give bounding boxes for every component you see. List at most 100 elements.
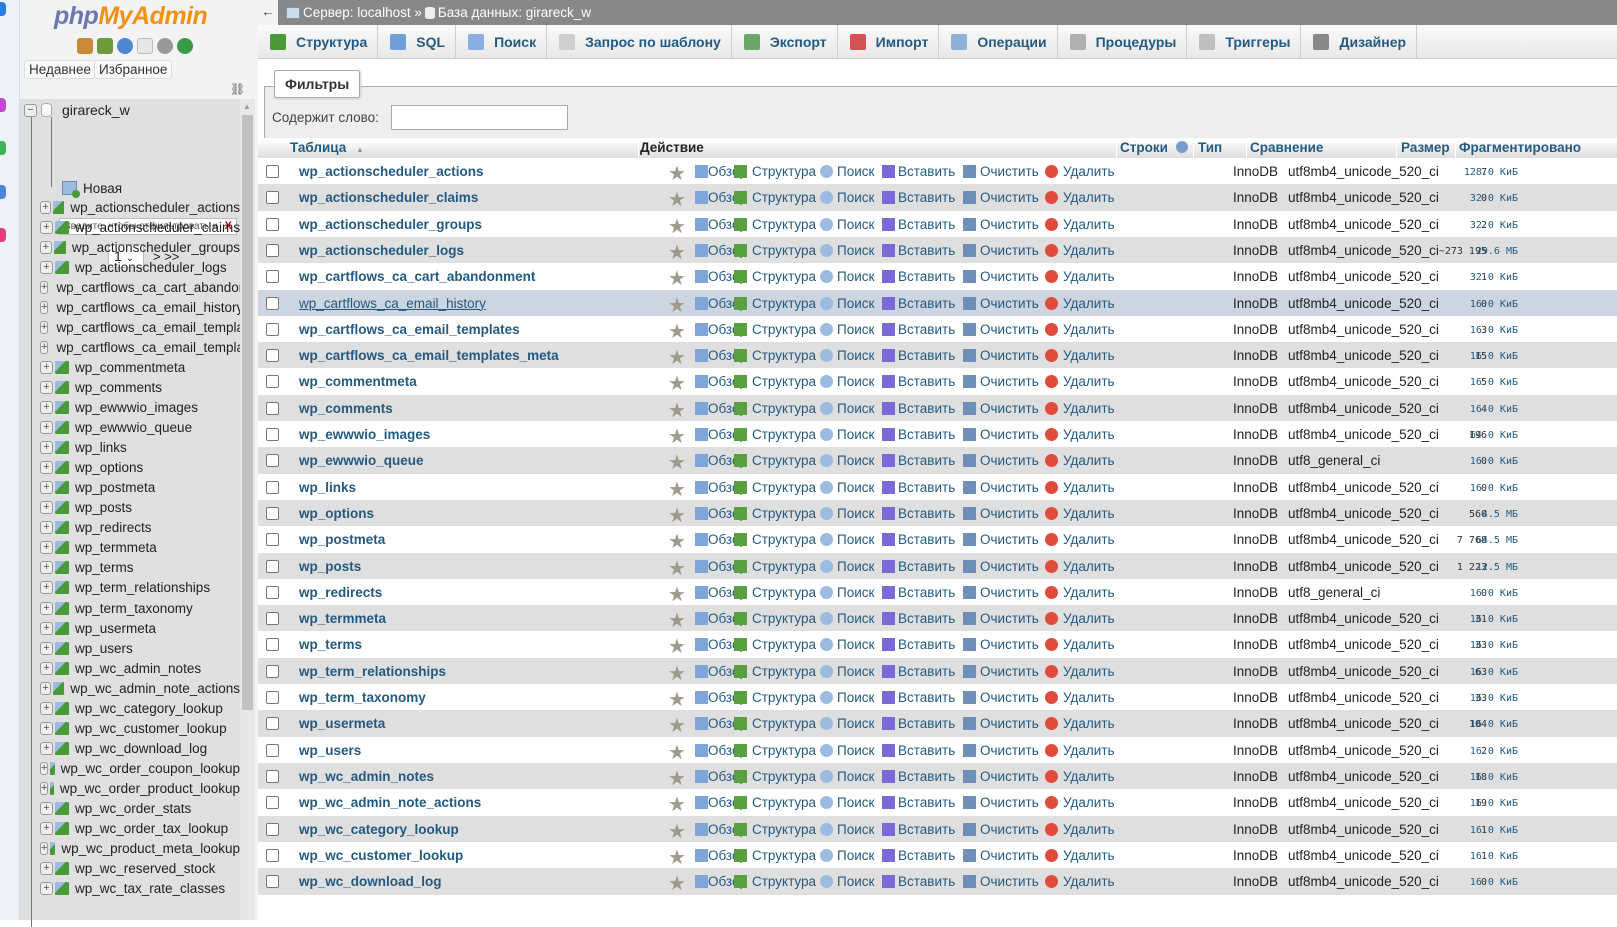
search-link[interactable]: Поиск: [837, 453, 874, 468]
structure-icon[interactable]: [734, 349, 747, 363]
structure-link[interactable]: Структура: [752, 506, 816, 521]
search-icon[interactable]: [820, 506, 833, 520]
tree-table-name[interactable]: wp_links: [75, 440, 127, 455]
insert-link[interactable]: Вставить: [898, 664, 955, 679]
structure-icon[interactable]: [734, 585, 747, 599]
structure-icon[interactable]: [734, 243, 747, 257]
structure-link[interactable]: Структура: [752, 716, 816, 731]
empty-link[interactable]: Очистить: [980, 164, 1039, 179]
structure-icon[interactable]: [734, 480, 747, 494]
drop-link[interactable]: Удалить: [1063, 480, 1115, 495]
search-icon[interactable]: [820, 217, 833, 231]
expand-icon[interactable]: +: [40, 380, 53, 394]
insert-icon[interactable]: [882, 585, 895, 599]
insert-link[interactable]: Вставить: [898, 532, 955, 547]
structure-link[interactable]: Структура: [752, 190, 816, 205]
search-link[interactable]: Поиск: [837, 743, 874, 758]
search-icon[interactable]: [820, 375, 833, 389]
help-icon[interactable]: [1175, 141, 1188, 153]
insert-link[interactable]: Вставить: [898, 243, 955, 258]
empty-icon[interactable]: [963, 428, 976, 441]
logout-icon[interactable]: [97, 38, 113, 54]
drop-icon[interactable]: [1045, 691, 1058, 704]
drop-link[interactable]: Удалить: [1063, 637, 1115, 652]
empty-icon[interactable]: [963, 743, 976, 757]
expand-icon[interactable]: +: [40, 862, 53, 876]
drop-link[interactable]: Удалить: [1063, 822, 1115, 837]
table-name-link[interactable]: wp_postmeta: [299, 532, 385, 547]
empty-link[interactable]: Очистить: [980, 269, 1039, 284]
expand-icon[interactable]: +: [40, 421, 53, 435]
tree-table-name[interactable]: wp_ewwwio_images: [75, 400, 198, 415]
tree-table-item[interactable]: + wp_wc_order_product_lookup: [40, 778, 240, 798]
structure-icon[interactable]: [734, 191, 747, 205]
empty-link[interactable]: Очистить: [980, 296, 1039, 311]
favorite-star-icon[interactable]: ★: [668, 187, 686, 212]
empty-icon[interactable]: [963, 454, 976, 468]
tree-table-name[interactable]: wp_posts: [75, 500, 132, 515]
row-checkbox[interactable]: [266, 191, 279, 205]
tree-table-name[interactable]: wp_wc_product_meta_lookup: [61, 841, 240, 856]
empty-link[interactable]: Очистить: [980, 427, 1039, 442]
search-icon[interactable]: [820, 585, 833, 599]
empty-link[interactable]: Очистить: [980, 348, 1039, 363]
insert-icon[interactable]: [882, 375, 895, 389]
tree-table-name[interactable]: wp_wc_reserved_stock: [75, 861, 215, 876]
search-link[interactable]: Поиск: [837, 427, 874, 442]
row-checkbox[interactable]: [266, 559, 279, 573]
empty-link[interactable]: Очистить: [980, 453, 1039, 468]
drop-link[interactable]: Удалить: [1063, 690, 1115, 705]
insert-link[interactable]: Вставить: [898, 296, 955, 311]
empty-link[interactable]: Очистить: [980, 322, 1039, 337]
structure-link[interactable]: Структура: [752, 848, 816, 863]
structure-link[interactable]: Структура: [752, 690, 816, 705]
gear-icon[interactable]: [157, 38, 173, 54]
insert-link[interactable]: Вставить: [898, 269, 955, 284]
insert-link[interactable]: Вставить: [898, 822, 955, 837]
expand-icon[interactable]: +: [40, 641, 53, 655]
browse-icon[interactable]: [695, 454, 708, 468]
structure-link[interactable]: Структура: [752, 296, 816, 311]
drop-icon[interactable]: [1045, 743, 1058, 757]
empty-icon[interactable]: [963, 191, 976, 205]
tab-7[interactable]: Процедуры: [1058, 25, 1188, 59]
insert-link[interactable]: Вставить: [898, 585, 955, 600]
empty-link[interactable]: Очистить: [980, 506, 1039, 521]
sidebar-scrollbar[interactable]: ▲: [240, 99, 255, 920]
expand-icon[interactable]: +: [40, 822, 53, 836]
tree-table-name[interactable]: wp_redirects: [75, 520, 152, 535]
tab-6[interactable]: Операции: [939, 25, 1058, 59]
table-name-link[interactable]: wp_wc_customer_lookup: [299, 848, 463, 863]
table-name-link[interactable]: wp_usermeta: [299, 716, 385, 731]
empty-icon[interactable]: [963, 691, 976, 704]
tree-table-item[interactable]: + wp_usermeta: [40, 618, 240, 638]
search-link[interactable]: Поиск: [837, 480, 874, 495]
favorite-star-icon[interactable]: ★: [668, 687, 686, 712]
drop-link[interactable]: Удалить: [1063, 769, 1115, 784]
table-name-link[interactable]: wp_ewwwio_queue: [299, 453, 424, 468]
search-link[interactable]: Поиск: [837, 296, 874, 311]
empty-link[interactable]: Очистить: [980, 532, 1039, 547]
expand-icon[interactable]: +: [40, 360, 53, 374]
tree-table-item[interactable]: + wp_term_relationships: [40, 578, 240, 598]
tree-table-name[interactable]: wp_term_relationships: [75, 580, 210, 595]
insert-icon[interactable]: [882, 533, 895, 547]
tree-table-item[interactable]: + wp_wc_reserved_stock: [40, 859, 240, 879]
favorite-star-icon[interactable]: ★: [668, 450, 686, 475]
table-name-link[interactable]: wp_term_taxonomy: [299, 690, 426, 705]
insert-link[interactable]: Вставить: [898, 559, 955, 574]
insert-link[interactable]: Вставить: [898, 453, 955, 468]
drop-link[interactable]: Удалить: [1063, 795, 1115, 810]
search-link[interactable]: Поиск: [837, 374, 874, 389]
empty-link[interactable]: Очистить: [980, 401, 1039, 416]
favorite-star-icon[interactable]: ★: [668, 556, 686, 581]
empty-icon[interactable]: [963, 480, 976, 494]
drop-icon[interactable]: [1045, 375, 1058, 389]
drop-link[interactable]: Удалить: [1063, 217, 1115, 232]
drop-icon[interactable]: [1045, 585, 1058, 599]
tree-table-name[interactable]: wp_cartflows_ca_email_history: [56, 300, 240, 315]
search-icon[interactable]: [820, 743, 833, 757]
drop-link[interactable]: Удалить: [1063, 374, 1115, 389]
expand-icon[interactable]: +: [40, 681, 51, 695]
expand-icon[interactable]: +: [40, 561, 53, 575]
